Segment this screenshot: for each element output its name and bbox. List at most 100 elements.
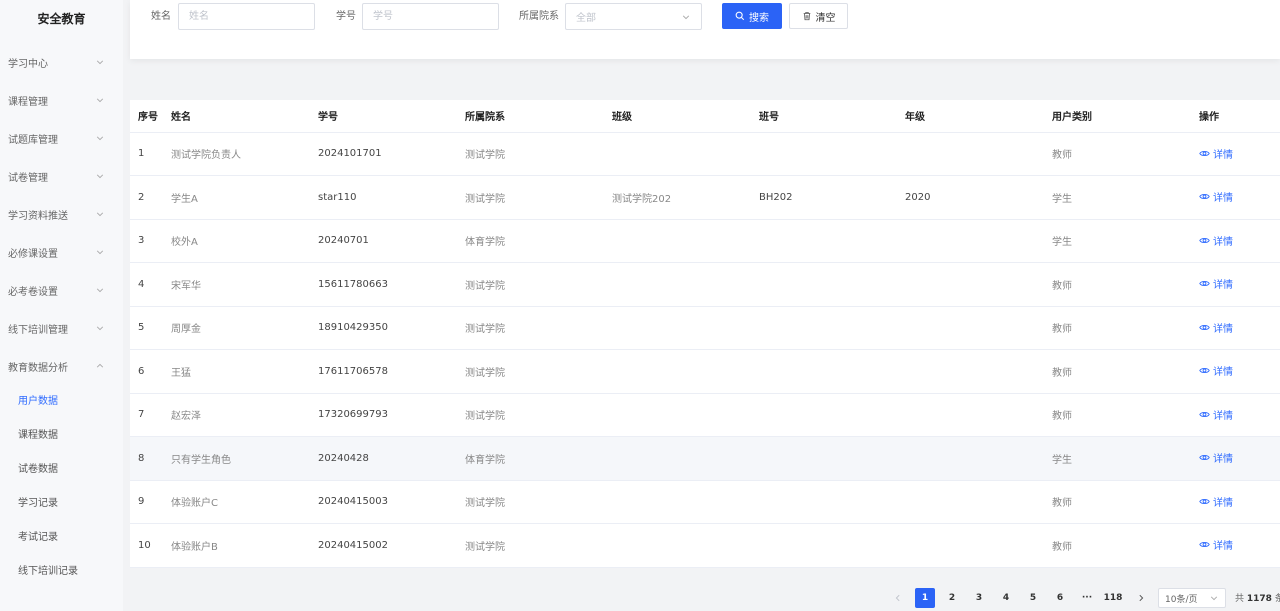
detail-link[interactable]: 详情 (1199, 276, 1233, 291)
cell-grade (897, 523, 1044, 568)
cell-class-no (751, 262, 897, 307)
cell-name: 赵宏泽 (163, 393, 310, 437)
detail-link[interactable]: 详情 (1199, 146, 1233, 161)
detail-link[interactable]: 详情 (1199, 494, 1233, 509)
student-id-input[interactable] (362, 3, 499, 30)
cell-idx: 9 (130, 480, 163, 524)
sidebar-item-1[interactable]: 学习中心 (0, 43, 123, 81)
clear-button[interactable]: 清空 (789, 3, 848, 29)
chevron-down-icon (95, 57, 105, 67)
cell-idx: 1 (130, 132, 163, 176)
search-button[interactable]: 搜索 (722, 3, 782, 29)
cell-id: 20240701 (310, 219, 457, 263)
cell-idx: 7 (130, 393, 163, 437)
sidebar-item-2[interactable]: 课程管理 (0, 81, 123, 119)
page-button-6[interactable]: 6 (1050, 588, 1070, 608)
cell-grade (897, 262, 1044, 307)
sidebar-item-5[interactable]: 学习资料推送 (0, 195, 123, 233)
cell-action: 详情 (1191, 523, 1280, 568)
chevron-down-icon (95, 95, 105, 105)
eye-icon (1199, 496, 1210, 507)
column-header: 学号 (310, 100, 457, 133)
table-row: 9 体验账户C 20240415003 测试学院 教师 详情 (130, 480, 1280, 524)
sidebar-item-6[interactable]: 必修课设置 (0, 233, 123, 271)
prev-page-button[interactable] (888, 588, 908, 608)
detail-link-label: 详情 (1213, 454, 1233, 466)
page-ellipsis[interactable]: ··· (1077, 588, 1097, 608)
cell-action: 详情 (1191, 436, 1280, 481)
detail-link-label: 详情 (1213, 280, 1233, 292)
total-prefix: 共 (1235, 594, 1245, 604)
next-page-button[interactable] (1131, 588, 1151, 608)
detail-link[interactable]: 详情 (1199, 233, 1233, 248)
detail-link[interactable]: 详情 (1199, 189, 1233, 204)
detail-link[interactable]: 详情 (1199, 450, 1233, 465)
cell-type: 教师 (1044, 306, 1191, 350)
cell-class (604, 219, 751, 263)
table-row: 10 体验账户B 20240415002 测试学院 教师 详情 (130, 523, 1280, 568)
cell-dept: 体育学院 (457, 436, 604, 481)
cell-name: 周厚金 (163, 306, 310, 350)
eye-icon (1199, 278, 1210, 289)
detail-link[interactable]: 详情 (1199, 537, 1233, 552)
table-row: 2 学生A star110 测试学院 测试学院202 BH202 2020 学生 详情 (130, 175, 1280, 220)
eye-icon (1199, 365, 1210, 376)
cell-class-no (751, 132, 897, 176)
cell-action: 详情 (1191, 393, 1280, 437)
cell-class-no: BH202 (751, 175, 897, 220)
department-select[interactable]: 全部 (565, 3, 702, 30)
sidebar-subitem-3[interactable]: 试卷数据 (0, 453, 123, 487)
sidebar-subitem-4[interactable]: 学习记录 (0, 487, 123, 521)
cell-id: 20240428 (310, 436, 457, 481)
cell-class (604, 262, 751, 307)
cell-grade (897, 306, 1044, 350)
total-count-text: 共 1178 条 (1235, 591, 1280, 604)
sidebar-subitem-2[interactable]: 课程数据 (0, 419, 123, 453)
page-button-3[interactable]: 3 (969, 588, 989, 608)
chevron-down-icon (95, 323, 105, 333)
page-size-select[interactable]: 10条/页 (1158, 588, 1226, 608)
sidebar-item-4[interactable]: 试卷管理 (0, 157, 123, 195)
name-label: 姓名 (151, 11, 171, 22)
chevron-up-icon (95, 361, 105, 371)
sidebar-item-label: 教育数据分析 (8, 362, 68, 374)
chevron-right-icon (1137, 594, 1145, 602)
page-button-5[interactable]: 5 (1023, 588, 1043, 608)
cell-grade (897, 436, 1044, 481)
sidebar-item-label: 课程管理 (8, 96, 48, 108)
sidebar-subitem-6[interactable]: 线下培训记录 (0, 555, 123, 589)
cell-action: 详情 (1191, 175, 1280, 220)
sidebar-item-7[interactable]: 必考卷设置 (0, 271, 123, 309)
user-data-table-card: 序号 姓名 学号 所属院系 班级 班号 年级 用户类别 操作 1 测试学院负责人 202410170… (130, 100, 1280, 568)
cell-id: 18910429350 (310, 306, 457, 350)
cell-name: 宋军华 (163, 262, 310, 307)
detail-link-label: 详情 (1213, 541, 1233, 553)
sidebar-item-3[interactable]: 试题库管理 (0, 119, 123, 157)
cell-action: 详情 (1191, 349, 1280, 394)
page-button-2[interactable]: 2 (942, 588, 962, 608)
page-button-1[interactable]: 1 (915, 588, 935, 608)
cell-idx: 2 (130, 175, 163, 220)
total-suffix: 条 (1274, 594, 1280, 604)
cell-type: 教师 (1044, 262, 1191, 307)
cell-dept: 测试学院 (457, 393, 604, 437)
name-input[interactable] (178, 3, 315, 30)
sidebar-subitem-1[interactable]: 用户数据 (0, 385, 123, 419)
cell-type: 教师 (1044, 349, 1191, 394)
detail-link[interactable]: 详情 (1199, 320, 1233, 335)
detail-link[interactable]: 详情 (1199, 363, 1233, 378)
search-button-label: 搜索 (749, 12, 769, 24)
column-header: 用户类别 (1044, 100, 1191, 133)
page-button-4[interactable]: 4 (996, 588, 1016, 608)
chevron-down-icon (95, 247, 105, 257)
sidebar-subitem-5[interactable]: 考试记录 (0, 521, 123, 555)
page-button-last[interactable]: 118 (1101, 588, 1125, 608)
cell-grade (897, 132, 1044, 176)
table-row: 6 王猛 17611706578 测试学院 教师 详情 (130, 349, 1280, 394)
eye-icon (1199, 191, 1210, 202)
detail-link[interactable]: 详情 (1199, 407, 1233, 422)
cell-name: 王猛 (163, 349, 310, 394)
sidebar-item-9[interactable]: 教育数据分析 (0, 347, 123, 385)
sidebar-item-8[interactable]: 线下培训管理 (0, 309, 123, 347)
sidebar: 安全教育 学习中心 课程管理 试题库管理 试卷管理 学习资料推送 必修课设置 必考卷设置 线下… (0, 0, 123, 611)
